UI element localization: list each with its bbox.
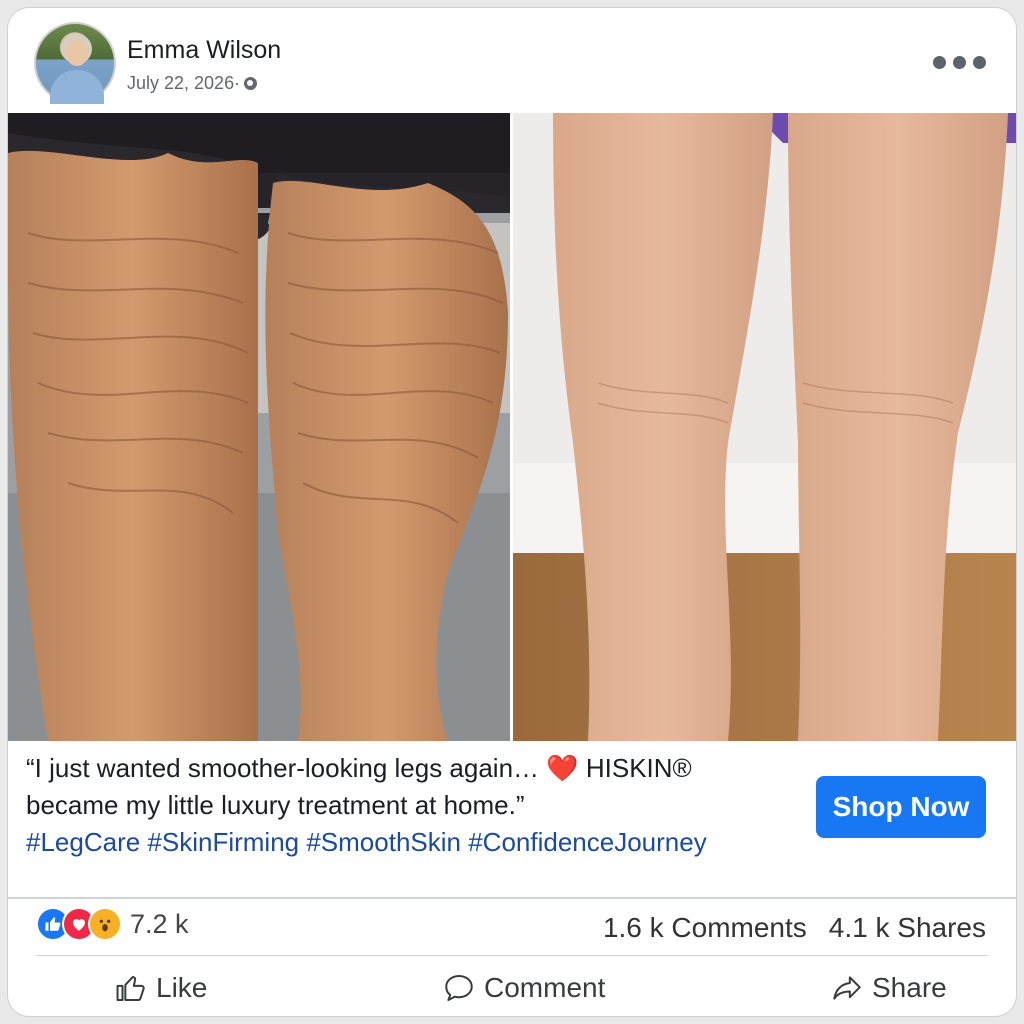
post-meta: July 22, 2026· bbox=[127, 73, 258, 94]
more-dot bbox=[933, 56, 946, 69]
reaction-count: 7.2 k bbox=[130, 908, 189, 939]
divider-line bbox=[36, 955, 988, 956]
more-options-icon[interactable] bbox=[933, 56, 986, 69]
like-button[interactable]: Like bbox=[114, 963, 207, 1013]
globe-icon bbox=[244, 77, 258, 90]
after-photo[interactable] bbox=[513, 113, 1016, 741]
shares-count[interactable]: 4.1 k Shares bbox=[829, 912, 986, 944]
engagement-counts: 1.6 k Comments 4.1 k Shares bbox=[603, 912, 986, 944]
share-button[interactable]: Share bbox=[830, 963, 947, 1013]
author-name[interactable]: Emma Wilson bbox=[127, 36, 281, 65]
avatar-face bbox=[66, 40, 88, 66]
comment-bubble-icon bbox=[445, 974, 473, 1002]
more-dot bbox=[953, 56, 966, 69]
wow-reaction-icon bbox=[88, 907, 122, 941]
author-avatar[interactable] bbox=[34, 22, 116, 104]
more-dot bbox=[973, 56, 986, 69]
shop-now-button[interactable]: Shop Now bbox=[816, 776, 986, 838]
thumbs-up-icon bbox=[116, 975, 145, 1002]
divider-line bbox=[8, 897, 1016, 899]
hashtags[interactable]: #LegCare #SkinFirming #SmoothSkin #Confi… bbox=[26, 824, 806, 861]
caption-line-2: became my little luxury treatment at hom… bbox=[26, 790, 525, 820]
before-legs-image bbox=[8, 113, 510, 741]
share-label: Share bbox=[872, 972, 947, 1003]
reactions-summary[interactable]: 7.2 k bbox=[36, 907, 189, 941]
before-photo[interactable] bbox=[8, 113, 510, 741]
post-actions: Like Comment Share bbox=[8, 963, 1016, 1013]
comments-count[interactable]: 1.6 k Comments bbox=[603, 912, 807, 944]
comment-label: Comment bbox=[484, 972, 606, 1003]
avatar-shirt bbox=[50, 70, 104, 104]
post-card: Emma Wilson July 22, 2026· “I just wante… bbox=[7, 7, 1017, 1017]
post-date[interactable]: July 22, 2026· bbox=[127, 73, 240, 94]
like-label: Like bbox=[156, 972, 208, 1003]
share-arrow-icon bbox=[833, 976, 861, 1000]
caption-line-1: “I just wanted smoother-looking legs aga… bbox=[26, 753, 692, 783]
post-header: Emma Wilson July 22, 2026· bbox=[8, 8, 1016, 113]
post-photos[interactable] bbox=[8, 113, 1016, 741]
post-caption: “I just wanted smoother-looking legs aga… bbox=[26, 750, 806, 861]
after-legs-image bbox=[513, 113, 1016, 741]
comment-button[interactable]: Comment bbox=[442, 963, 605, 1013]
